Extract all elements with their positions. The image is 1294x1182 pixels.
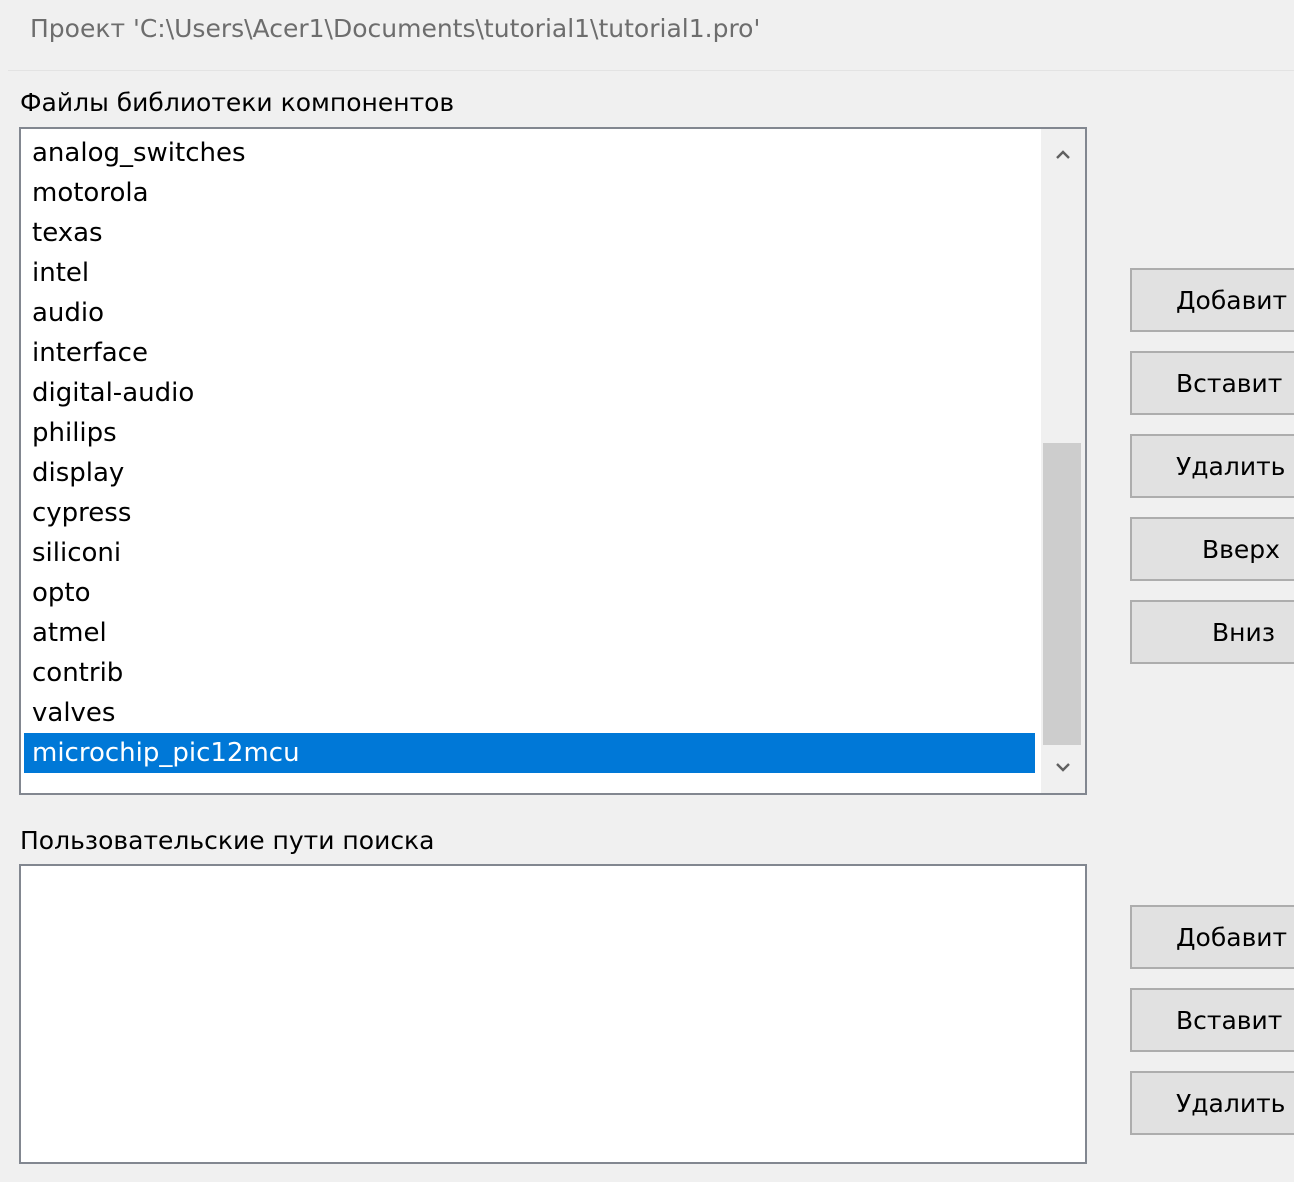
library-up-button[interactable]: Вверх [1130,517,1294,581]
scroll-thumb[interactable] [1043,443,1081,745]
user-paths-label: Пользовательские пути поиска [20,826,435,855]
library-down-button[interactable]: Вниз [1130,600,1294,664]
list-item[interactable]: atmel [24,613,1035,653]
library-files-scrollbar[interactable] [1041,129,1085,793]
paths-remove-button[interactable]: Удалить [1130,1071,1294,1135]
user-paths-listbox[interactable] [19,864,1087,1164]
list-item[interactable]: audio [24,293,1035,333]
list-item[interactable]: texas [24,213,1035,253]
library-remove-button[interactable]: Удалить [1130,434,1294,498]
list-item[interactable]: intel [24,253,1035,293]
list-item[interactable]: contrib [24,653,1035,693]
library-files-list: analog_switches motorola texas intel aud… [24,133,1035,773]
scroll-down-icon[interactable] [1041,745,1085,789]
paths-add-button[interactable]: Добавит [1130,905,1294,969]
library-add-button[interactable]: Добавит [1130,268,1294,332]
scroll-up-icon[interactable] [1041,133,1085,177]
list-item[interactable]: motorola [24,173,1035,213]
list-item[interactable]: opto [24,573,1035,613]
list-item[interactable]: interface [24,333,1035,373]
library-files-listbox[interactable]: analog_switches motorola texas intel aud… [19,127,1087,795]
paths-insert-button[interactable]: Вставит [1130,988,1294,1052]
library-insert-button[interactable]: Вставит [1130,351,1294,415]
list-item[interactable]: valves [24,693,1035,733]
list-item[interactable]: analog_switches [24,133,1035,173]
list-item-selected[interactable]: microchip_pic12mcu [24,733,1035,773]
list-item[interactable]: philips [24,413,1035,453]
list-item[interactable]: cypress [24,493,1035,533]
list-item[interactable]: display [24,453,1035,493]
list-item[interactable]: siliconi [24,533,1035,573]
project-title: Проект 'C:\Users\Acer1\Documents\tutoria… [30,14,761,43]
header-divider [8,70,1294,71]
libraries-label: Файлы библиотеки компонентов [20,88,455,117]
list-item[interactable]: digital-audio [24,373,1035,413]
